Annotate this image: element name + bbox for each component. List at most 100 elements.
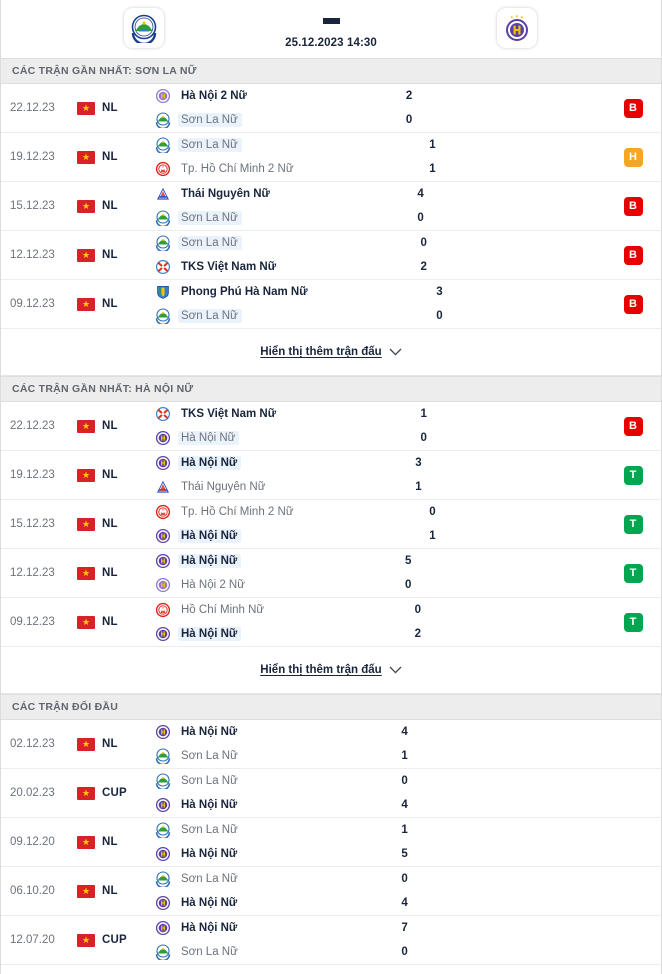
league-cell[interactable]: ★ NL [77, 231, 151, 279]
home-score: 1 [429, 138, 436, 151]
section-recent-ha-noi: CÁC TRẬN GẦN NHẤT: HÀ NỘI NỮ 22.12.23 ★ NL T… [1, 376, 661, 694]
league-cell[interactable]: ★ NL [77, 549, 151, 597]
team-line[interactable]: Sơn La Nữ [155, 137, 391, 155]
show-more-matches-button[interactable]: Hiển thị thêm trận đấu [260, 346, 402, 358]
team-line[interactable]: Tp. Hồ Chí Minh 2 Nữ [155, 504, 391, 521]
team-line[interactable]: Hà Nội Nữ [155, 797, 363, 814]
hcm-2-crest-icon [155, 161, 171, 177]
match-row[interactable]: 20.02.23 ★ CUP Sơn La Nữ Hà Nội Nữ 0 4 [1, 769, 661, 818]
team-line[interactable]: Sơn La Nữ [155, 944, 363, 962]
league-cell[interactable]: ★ NL [77, 598, 151, 646]
league-cell[interactable]: ★ NL [77, 280, 151, 328]
team-line[interactable]: TKS Việt Nam Nữ [155, 406, 383, 423]
team-line[interactable]: Hà Nội Nữ [155, 455, 377, 472]
league-cell[interactable]: ★ CUP [77, 916, 151, 964]
team-line[interactable]: Thái Nguyên Nữ [155, 186, 379, 203]
ha-noi-2-crest-icon [155, 577, 171, 593]
league-label: NL [102, 420, 118, 432]
result-badge-loss[interactable]: B [623, 245, 643, 265]
team-line[interactable]: Thái Nguyên Nữ [155, 479, 377, 496]
team-line[interactable]: Hà Nội Nữ [155, 920, 363, 937]
teams-cell: Sơn La Nữ Hà Nội Nữ [151, 818, 363, 866]
team-line[interactable]: TKS Việt Nam Nữ [155, 259, 383, 276]
match-row[interactable]: 12.12.23 ★ NL Hà Nội Nữ Hà Nội 2 Nữ 5 0 T [1, 549, 661, 598]
match-row[interactable]: 19.12.23 ★ NL Hà Nội Nữ Thái Nguyên Nữ 3 1 T [1, 451, 661, 500]
team-line[interactable]: Sơn La Nữ [155, 210, 379, 228]
team-line[interactable]: Sơn La Nữ [155, 235, 383, 253]
match-row[interactable]: 22.12.23 ★ NL Hà Nội 2 Nữ Sơn La Nữ 2 0 B [1, 84, 661, 133]
team-line[interactable]: Sơn La Nữ [155, 773, 363, 791]
league-cell[interactable]: ★ NL [77, 402, 151, 450]
team-line[interactable]: Hà Nội Nữ [155, 846, 363, 863]
vietnam-flag-icon: ★ [77, 786, 95, 800]
result-badge-win[interactable]: T [623, 514, 643, 534]
league-label: CUP [102, 787, 127, 799]
league-cell[interactable]: ★ NL [77, 818, 151, 866]
team-name: Thái Nguyên Nữ [181, 188, 270, 200]
team-line[interactable]: Hà Nội Nữ [155, 430, 383, 447]
result-badge-win[interactable]: T [623, 563, 643, 583]
league-cell[interactable]: ★ NL [77, 451, 151, 499]
match-row[interactable]: 09.12.23 ★ NL Phong Phú Hà Nam Nữ Sơn La Nữ 3… [1, 280, 661, 329]
league-label: NL [102, 738, 118, 750]
team-line[interactable]: Hà Nội Nữ [155, 553, 367, 570]
match-row[interactable]: 12.07.20 ★ CUP Hà Nội Nữ Sơn La Nữ 7 0 [1, 916, 661, 965]
team-line[interactable]: Phong Phú Hà Nam Nữ [155, 284, 398, 301]
thai-nguyen-crest-icon [155, 186, 171, 202]
team-line[interactable]: Sơn La Nữ [155, 871, 363, 889]
result-cell: B [605, 280, 661, 328]
row-spacer [497, 451, 605, 499]
home-score: 0 [401, 774, 408, 787]
league-cell[interactable]: ★ NL [77, 84, 151, 132]
league-cell[interactable]: ★ NL [77, 500, 151, 548]
vietnam-flag-icon: ★ [77, 297, 95, 311]
team-line[interactable]: Sơn La Nữ [155, 308, 398, 326]
row-spacer [483, 916, 605, 964]
match-date: 12.12.23 [10, 249, 55, 261]
result-cell [605, 916, 661, 964]
team-line[interactable]: Sơn La Nữ [155, 822, 363, 840]
team-line[interactable]: Hà Nội 2 Nữ [155, 88, 368, 105]
show-more-matches-button[interactable]: Hiển thị thêm trận đấu [260, 664, 402, 676]
team-line[interactable]: Tp. Hồ Chí Minh 2 Nữ [155, 161, 391, 178]
team-name: Sơn La Nữ [178, 236, 242, 250]
result-badge-loss[interactable]: B [623, 294, 643, 314]
result-badge-draw[interactable]: H [623, 147, 643, 167]
son-la-crest-icon [155, 773, 171, 791]
team-line[interactable]: Hồ Chí Minh Nữ [155, 602, 377, 619]
result-badge-win[interactable]: T [623, 465, 643, 485]
match-row[interactable]: 22.12.23 ★ NL TKS Việt Nam Nữ Hà Nội Nữ 1 0 B [1, 402, 661, 451]
result-cell: T [605, 451, 661, 499]
match-row[interactable]: 15.12.23 ★ NL Tp. Hồ Chí Minh 2 Nữ Hà Nội Nữ… [1, 500, 661, 549]
team-name: Hà Nội 2 Nữ [181, 579, 245, 591]
team-line[interactable]: Hà Nội Nữ [155, 895, 363, 912]
row-spacer [483, 769, 605, 817]
team-line[interactable]: Hà Nội Nữ [155, 626, 377, 643]
row-spacer [503, 231, 605, 279]
result-badge-win[interactable]: T [623, 612, 643, 632]
team-line[interactable]: Hà Nội Nữ [155, 724, 363, 741]
match-row[interactable]: 15.12.23 ★ NL Thái Nguyên Nữ Sơn La Nữ 4 0 B [1, 182, 661, 231]
away-team-crest[interactable]: ★ ★ ★ [497, 8, 537, 48]
match-row[interactable]: 09.12.20 ★ NL Sơn La Nữ Hà Nội Nữ 1 5 [1, 818, 661, 867]
result-badge-loss[interactable]: B [623, 196, 643, 216]
team-line[interactable]: Sơn La Nữ [155, 748, 363, 766]
match-row[interactable]: 06.10.20 ★ NL Sơn La Nữ Hà Nội Nữ 0 4 [1, 867, 661, 916]
match-row[interactable]: 09.12.23 ★ NL Hồ Chí Minh Nữ Hà Nội Nữ 0 2 T [1, 598, 661, 647]
match-row[interactable]: 02.12.23 ★ NL Hà Nội Nữ Sơn La Nữ 4 1 [1, 720, 661, 769]
league-cell[interactable]: ★ NL [77, 133, 151, 181]
team-line[interactable]: Hà Nội Nữ [155, 528, 391, 545]
team-name: Sơn La Nữ [181, 946, 238, 958]
league-cell[interactable]: ★ CUP [77, 769, 151, 817]
league-cell[interactable]: ★ NL [77, 182, 151, 230]
match-row[interactable]: 12.12.23 ★ NL Sơn La Nữ TKS Việt Nam Nữ 0 2 B [1, 231, 661, 280]
match-row[interactable]: 19.12.23 ★ NL Sơn La Nữ Tp. Hồ Chí Minh 2 Nữ… [1, 133, 661, 182]
league-cell[interactable]: ★ NL [77, 720, 151, 768]
result-badge-loss[interactable]: B [623, 98, 643, 118]
team-line[interactable]: Hà Nội 2 Nữ [155, 577, 367, 594]
scores-cell: 70 [363, 916, 483, 964]
league-cell[interactable]: ★ NL [77, 867, 151, 915]
team-line[interactable]: Sơn La Nữ [155, 112, 368, 130]
result-badge-loss[interactable]: B [623, 416, 643, 436]
row-spacer [503, 402, 605, 450]
